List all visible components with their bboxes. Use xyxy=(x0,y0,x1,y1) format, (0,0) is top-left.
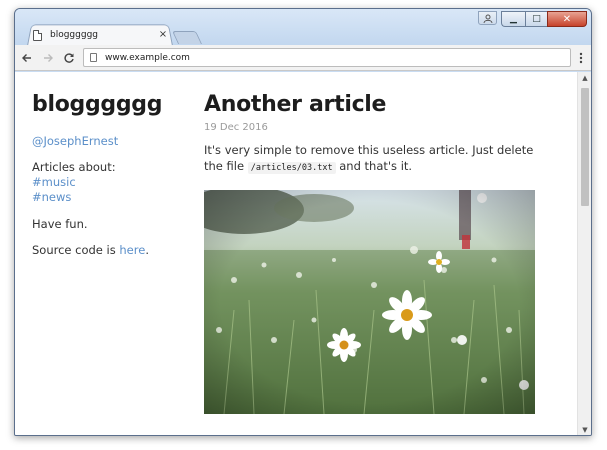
maximize-button[interactable]: □ xyxy=(525,11,547,27)
scroll-thumb[interactable] xyxy=(581,88,589,206)
article-photo xyxy=(204,190,535,414)
window-controls: ▁ □ ✕ xyxy=(478,11,587,27)
author-link[interactable]: @JosephErnest xyxy=(32,134,182,148)
url-text: www.example.com xyxy=(105,52,190,63)
source-link[interactable]: here xyxy=(119,243,145,257)
tag-link-news[interactable]: #news xyxy=(32,190,182,205)
article-body-text-end: and that's it. xyxy=(335,159,413,173)
minimize-button[interactable]: ▁ xyxy=(501,11,525,27)
close-icon: ✕ xyxy=(562,13,572,25)
page-icon xyxy=(33,29,42,41)
daisy-meadow-image xyxy=(204,190,535,414)
browser-window: blogggggg × ▁ □ ✕ www.example.com bloggg… xyxy=(14,8,592,436)
address-bar[interactable]: www.example.com xyxy=(83,48,571,67)
user-icon xyxy=(483,14,492,23)
articles-about-label: Articles about: xyxy=(32,160,116,174)
file-path-code: /articles/03.txt xyxy=(247,162,336,174)
close-button[interactable]: ✕ xyxy=(547,11,587,27)
arrow-right-icon xyxy=(44,53,53,62)
browser-menu-button[interactable] xyxy=(576,50,586,66)
tab-close-icon[interactable]: × xyxy=(157,30,169,40)
articles-about: Articles about: #music #news xyxy=(32,160,182,205)
arrow-left-icon xyxy=(22,53,31,62)
source-suffix: . xyxy=(145,243,149,257)
tag-link-music[interactable]: #music xyxy=(32,175,182,190)
reload-icon xyxy=(64,52,74,63)
kebab-menu-icon xyxy=(579,52,583,64)
scroll-down-arrow-icon[interactable]: ▼ xyxy=(578,424,591,435)
article-title[interactable]: Another article xyxy=(204,92,539,117)
source-prefix: Source code is xyxy=(32,243,120,257)
forward-button[interactable] xyxy=(39,49,57,67)
tab-title: blogggggg xyxy=(50,30,98,40)
sidebar: blogggggg @JosephErnest Articles about: … xyxy=(32,92,182,257)
vertical-scrollbar[interactable]: ▲ ▼ xyxy=(577,72,591,435)
blog-title[interactable]: blogggggg xyxy=(32,92,182,117)
page-icon xyxy=(90,53,97,62)
tab-blog[interactable]: blogggggg × xyxy=(33,26,169,44)
profile-button[interactable] xyxy=(478,11,497,25)
page-viewport: blogggggg @JosephErnest Articles about: … xyxy=(15,72,591,435)
browser-toolbar: www.example.com xyxy=(15,45,591,71)
maximize-icon: □ xyxy=(532,14,541,24)
scroll-up-arrow-icon[interactable]: ▲ xyxy=(578,72,591,84)
reload-button[interactable] xyxy=(60,49,78,67)
title-bar: blogggggg × ▁ □ ✕ xyxy=(15,9,591,46)
back-button[interactable] xyxy=(18,49,36,67)
article-date: 19 Dec 2016 xyxy=(204,122,268,133)
article-body: It's very simple to remove this useless … xyxy=(204,142,539,176)
source-code-line: Source code is here. xyxy=(32,243,182,257)
article: Another article 19 Dec 2016 It's very si… xyxy=(204,92,539,176)
have-fun-text: Have fun. xyxy=(32,217,88,231)
minimize-icon: ▁ xyxy=(510,14,517,24)
new-tab-button[interactable] xyxy=(171,31,203,44)
